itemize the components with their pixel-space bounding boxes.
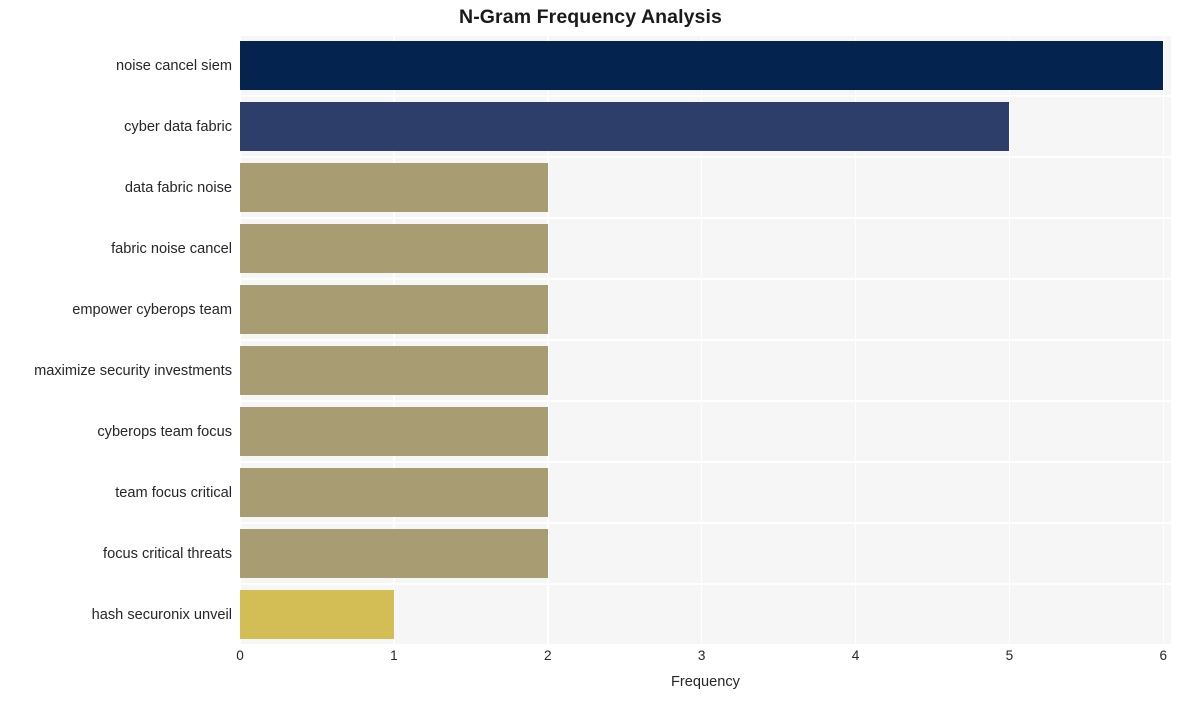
y-tick-label-8: focus critical threats	[103, 545, 232, 562]
chart-figure: N-Gram Frequency Analysis noise cancel s…	[0, 0, 1181, 701]
plot-area	[240, 35, 1171, 645]
bar-row	[240, 102, 1171, 151]
gridline-horizontal-6	[240, 400, 1171, 402]
y-tick-label-5: maximize security investments	[34, 362, 232, 379]
y-tick-label-2: data fabric noise	[124, 179, 232, 196]
bar-row	[240, 590, 1171, 639]
x-tick-label-3: 3	[697, 648, 706, 663]
x-tick-label-4: 4	[851, 648, 860, 663]
bar-row	[240, 41, 1171, 90]
bar-row	[240, 224, 1171, 273]
gridline-horizontal-10	[240, 644, 1171, 645]
bar-row	[240, 163, 1171, 212]
x-tick-label-5: 5	[1005, 648, 1014, 663]
bar-row	[240, 407, 1171, 456]
gridline-horizontal-0	[240, 35, 1171, 36]
bar-5[interactable]	[240, 346, 548, 395]
x-axis-label: Frequency	[671, 674, 740, 690]
gridline-horizontal-9	[240, 583, 1171, 585]
gridline-horizontal-7	[240, 461, 1171, 463]
gridline-horizontal-3	[240, 217, 1171, 219]
y-tick-label-9: hash securonix unveil	[91, 606, 232, 623]
bar-1[interactable]	[240, 102, 1010, 151]
y-tick-label-3: fabric noise cancel	[111, 240, 232, 257]
y-tick-label-7: team focus critical	[115, 484, 232, 501]
bar-row	[240, 285, 1171, 334]
x-tick-label-1: 1	[390, 648, 398, 663]
gridline-horizontal-1	[240, 95, 1171, 97]
bar-6[interactable]	[240, 407, 548, 456]
y-tick-label-4: empower cyberops team	[72, 301, 232, 318]
gridline-horizontal-8	[240, 522, 1171, 524]
y-tick-label-0: noise cancel siem	[116, 57, 232, 74]
bar-3[interactable]	[240, 224, 548, 273]
bar-8[interactable]	[240, 529, 548, 578]
bar-4[interactable]	[240, 285, 548, 334]
bar-2[interactable]	[240, 163, 548, 212]
x-tick-label-0: 0	[236, 648, 244, 663]
y-tick-label-1: cyber data fabric	[124, 118, 232, 135]
y-axis-tick-labels: noise cancel siem cyber data fabric data f…	[0, 0, 232, 701]
bar-7[interactable]	[240, 468, 548, 517]
bar-0[interactable]	[240, 41, 1164, 90]
gridline-horizontal-5	[240, 339, 1171, 341]
bar-row	[240, 346, 1171, 395]
x-axis-tick-labels: 0 1 2 3 4 5 6	[236, 648, 1171, 670]
x-tick-label-2: 2	[543, 648, 552, 663]
bar-row	[240, 468, 1171, 517]
gridline-horizontal-4	[240, 278, 1171, 280]
y-tick-label-6: cyberops team focus	[97, 423, 232, 440]
bar-9[interactable]	[240, 590, 394, 639]
bar-row	[240, 529, 1171, 578]
gridline-horizontal-2	[240, 156, 1171, 158]
x-tick-label-6: 6	[1159, 648, 1168, 663]
